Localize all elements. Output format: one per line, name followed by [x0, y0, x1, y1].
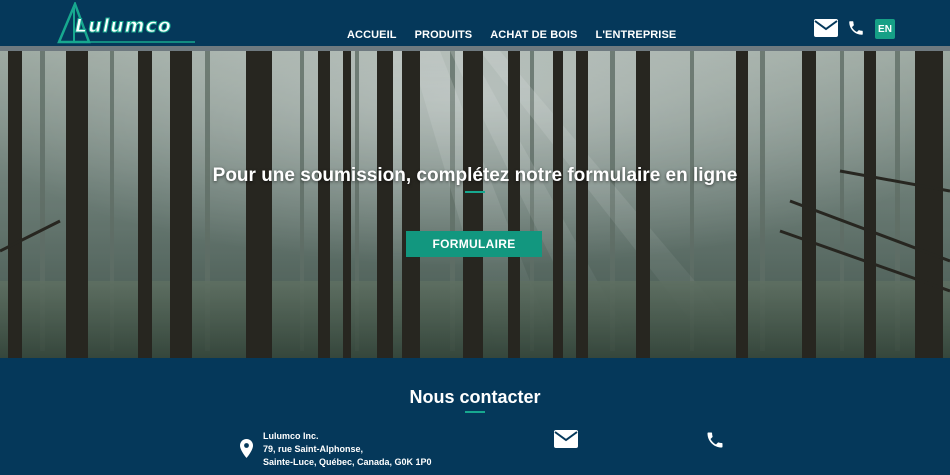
address-city: Sainte-Luce, Québec, Canada, G0K 1P0: [263, 457, 432, 467]
phone-icon[interactable]: [847, 19, 865, 37]
site-logo[interactable]: Lulumco: [55, 0, 195, 44]
company-address: Lulumco Inc. 79, rue Saint-Alphonse, Sai…: [263, 430, 432, 469]
contact-section: Nous contacter Lulumco Inc. 79, rue Sain…: [0, 358, 950, 475]
nav-item-entreprise[interactable]: L'ENTREPRISE: [596, 29, 677, 41]
address-street: 79, rue Saint-Alphonse,: [263, 444, 364, 454]
formulaire-button[interactable]: FORMULAIRE: [406, 231, 542, 257]
phone-icon[interactable]: [705, 430, 725, 450]
contact-title: Nous contacter: [409, 387, 541, 407]
company-name: Lulumco Inc.: [263, 431, 319, 441]
hero-banner: Pour une soumission, complétez notre for…: [0, 51, 950, 358]
site-header: Lulumco ACCUEIL PRODUITS ACHAT DE BOIS L…: [0, 0, 950, 46]
forest-background-image: [0, 51, 950, 358]
nav-item-accueil[interactable]: ACCUEIL: [347, 29, 397, 41]
envelope-icon[interactable]: [554, 430, 578, 448]
hero-title-underline: [465, 191, 485, 193]
main-nav: ACCUEIL PRODUITS ACHAT DE BOIS L'ENTREPR…: [347, 29, 676, 41]
hero-title: Pour une soumission, complétez notre for…: [212, 165, 738, 186]
logo-wordmark: Lulumco: [75, 15, 172, 38]
map-pin-icon: [240, 439, 253, 458]
language-toggle-button[interactable]: EN: [875, 19, 895, 39]
nav-item-produits[interactable]: PRODUITS: [415, 29, 473, 41]
nav-item-achat-de-bois[interactable]: ACHAT DE BOIS: [490, 29, 577, 41]
contact-title-underline: [465, 411, 485, 413]
envelope-icon[interactable]: [814, 19, 838, 37]
